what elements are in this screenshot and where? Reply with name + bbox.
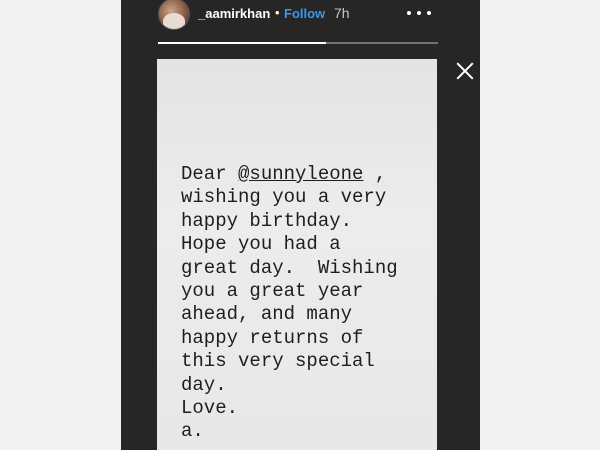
more-dot xyxy=(427,11,431,15)
note-line: day. xyxy=(181,373,227,396)
story-content-card: Dear @sunnyleone , wishing you a very ha… xyxy=(157,59,437,450)
note-line: you a great year xyxy=(181,280,364,303)
story-progress-bar xyxy=(158,42,438,44)
note-line: a. xyxy=(181,420,204,443)
note-line: great day. Wishing xyxy=(181,256,398,279)
post-time: 7h xyxy=(334,5,350,21)
follow-button[interactable]: Follow xyxy=(284,6,325,21)
left-page-margin xyxy=(0,0,121,450)
note-line: this very special xyxy=(181,350,375,373)
right-page-margin xyxy=(480,0,600,450)
close-icon[interactable] xyxy=(456,62,474,80)
birthday-note: Dear @sunnyleone , wishing you a very ha… xyxy=(181,163,398,444)
mention-link[interactable]: @sunnyleone xyxy=(238,163,363,185)
note-line: happy returns of xyxy=(181,326,364,349)
story-progress-fill xyxy=(158,42,326,44)
more-dot xyxy=(417,11,421,15)
username-link[interactable]: _aamirkhan xyxy=(198,6,270,21)
story-viewer: _aamirkhan • Follow 7h Dear @sunnyleone … xyxy=(121,0,480,450)
note-line: wishing you a very xyxy=(181,186,387,209)
note-line: happy birthday. xyxy=(181,209,353,232)
note-line: Love. xyxy=(181,397,239,420)
note-line: Hope you had a xyxy=(181,233,341,256)
avatar[interactable] xyxy=(158,0,190,30)
note-line: Dear xyxy=(181,163,239,185)
more-dot xyxy=(407,11,411,15)
separator-dot: • xyxy=(275,5,280,20)
note-line: , xyxy=(363,163,387,185)
note-line: ahead, and many xyxy=(181,303,353,326)
more-options-icon[interactable] xyxy=(405,2,433,22)
